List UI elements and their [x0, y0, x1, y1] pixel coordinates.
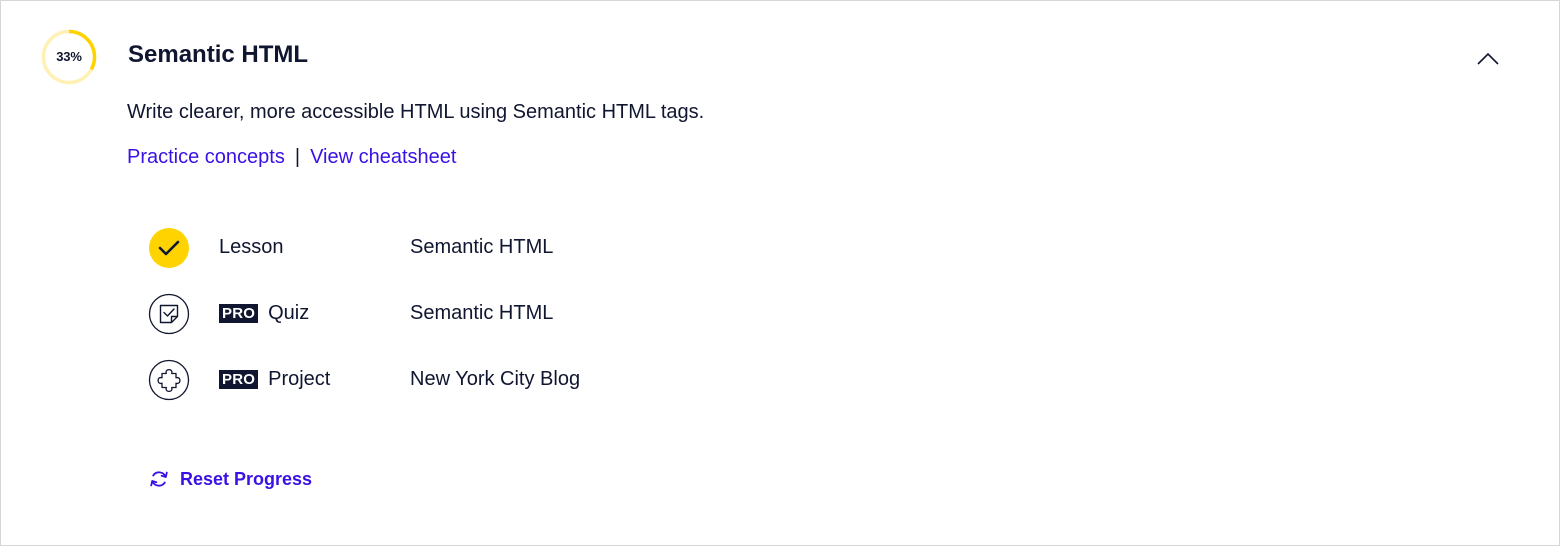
view-cheatsheet-link[interactable]: View cheatsheet — [310, 146, 456, 168]
reset-progress-label: Reset Progress — [180, 468, 313, 489]
item-type-label: PRO Quiz — [219, 302, 309, 325]
pro-badge: PRO — [219, 304, 259, 323]
module-description: Write clearer, more accessible HTML usin… — [127, 101, 705, 123]
module-title: Semantic HTML — [128, 41, 309, 68]
module-links: Practice concepts | View cheatsheet — [127, 146, 456, 169]
module-card: 33% Semantic HTML Write clearer, more ac… — [0, 0, 1560, 546]
item-type-text: Quiz — [268, 302, 310, 324]
puzzle-icon — [148, 359, 190, 401]
list-item-quiz[interactable]: PRO Quiz Semantic HTML — [1, 293, 801, 337]
quiz-note-icon — [148, 293, 190, 335]
checkmark-icon — [148, 227, 190, 269]
item-type-label: Lesson — [219, 236, 284, 259]
practice-concepts-link[interactable]: Practice concepts — [127, 146, 285, 168]
item-name-link[interactable]: Semantic HTML — [410, 236, 553, 259]
item-name-link[interactable]: Semantic HTML — [410, 302, 553, 325]
link-separator: | — [294, 146, 301, 168]
item-type-text: Project — [268, 368, 331, 390]
list-item-lesson[interactable]: Lesson Semantic HTML — [1, 227, 801, 271]
reset-progress-button[interactable]: Reset Progress — [148, 467, 312, 491]
progress-percent: 33% — [56, 49, 82, 64]
collapse-button[interactable] — [1471, 43, 1505, 73]
item-type-text: Lesson — [219, 236, 284, 258]
pro-badge: PRO — [219, 370, 259, 389]
item-type-label: PRO Project — [219, 368, 330, 391]
chevron-up-icon — [1477, 52, 1499, 65]
list-item-project[interactable]: PRO Project New York City Blog — [1, 359, 801, 403]
item-name-link[interactable]: New York City Blog — [410, 368, 580, 391]
progress-ring: 33% — [41, 29, 97, 85]
refresh-icon — [150, 471, 168, 487]
